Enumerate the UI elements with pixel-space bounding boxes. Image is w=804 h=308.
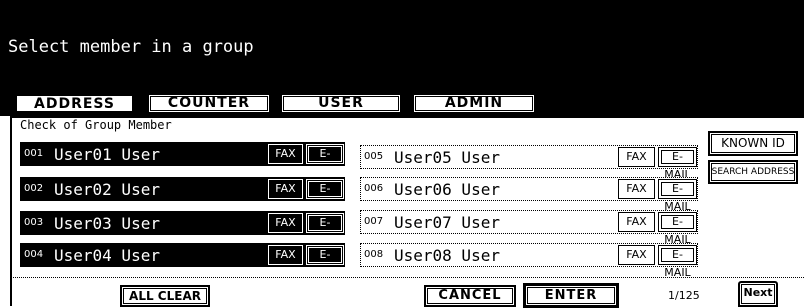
member-number: 002 <box>24 183 44 194</box>
tab-user[interactable]: USER <box>280 93 402 114</box>
email-toggle[interactable]: E-MAIL <box>306 245 344 279</box>
email-toggle[interactable]: E-MAIL <box>658 147 697 181</box>
tab-counter[interactable]: COUNTER <box>147 93 271 114</box>
email-toggle[interactable]: E-MAIL <box>306 179 344 213</box>
member-number: 008 <box>364 249 384 260</box>
tab-address-label: ADDRESS <box>34 96 115 112</box>
tab-admin-label: ADMIN <box>444 95 504 111</box>
member-row[interactable]: 003 User03 User FAX E-MAIL <box>20 211 345 247</box>
screen-title: Select member in a group <box>8 37 254 57</box>
member-number: 006 <box>364 183 384 194</box>
fax-toggle[interactable]: FAX <box>618 212 655 232</box>
member-name: User07 User <box>394 213 500 232</box>
known-id-button[interactable]: KNOWN ID <box>708 131 798 156</box>
member-number: 004 <box>24 249 44 260</box>
member-row[interactable]: 001 User01 User FAX E-MAIL <box>20 142 345 178</box>
member-row[interactable]: 008 User08 User FAX E-MAIL <box>360 243 698 279</box>
member-name: User04 User <box>54 246 160 265</box>
tab-user-label: USER <box>318 95 364 111</box>
next-page-button[interactable]: Next <box>738 281 778 307</box>
footer-divider <box>10 277 804 278</box>
fax-toggle[interactable]: FAX <box>268 144 303 164</box>
email-toggle[interactable]: E-MAIL <box>658 212 697 246</box>
section-label: Check of Group Member <box>20 118 172 132</box>
member-name: User05 User <box>394 148 500 167</box>
fax-toggle[interactable]: FAX <box>618 147 655 167</box>
page-indicator: 1/125 <box>668 289 700 302</box>
member-row[interactable]: 002 User02 User FAX E-MAIL <box>20 177 345 213</box>
member-name: User03 User <box>54 214 160 233</box>
email-toggle[interactable]: E-MAIL <box>658 179 697 213</box>
member-name: User06 User <box>394 180 500 199</box>
member-row[interactable]: 007 User07 User FAX E-MAIL <box>360 210 698 246</box>
fax-toggle[interactable]: FAX <box>618 245 655 265</box>
member-number: 007 <box>364 216 384 227</box>
enter-button[interactable]: ENTER <box>523 283 619 308</box>
fax-toggle[interactable]: FAX <box>268 213 303 233</box>
tab-admin[interactable]: ADMIN <box>412 93 536 114</box>
cancel-button[interactable]: CANCEL <box>424 285 516 307</box>
email-toggle[interactable]: E-MAIL <box>658 245 697 279</box>
member-number: 005 <box>364 151 384 162</box>
fax-toggle[interactable]: FAX <box>268 245 303 265</box>
email-toggle[interactable]: E-MAIL <box>306 213 344 247</box>
member-row[interactable]: 004 User04 User FAX E-MAIL <box>20 243 345 279</box>
fax-toggle[interactable]: FAX <box>268 179 303 199</box>
member-row[interactable]: 005 User05 User FAX E-MAIL <box>360 145 698 181</box>
member-row[interactable]: 006 User06 User FAX E-MAIL <box>360 177 698 213</box>
tab-counter-label: COUNTER <box>167 95 251 111</box>
member-name: User08 User <box>394 246 500 265</box>
member-name: User01 User <box>54 145 160 164</box>
member-number: 003 <box>24 217 44 228</box>
header-bar: Select member in a group <box>0 0 804 80</box>
search-address-button[interactable]: SEARCH ADDRESS <box>708 160 798 184</box>
member-number: 001 <box>24 148 44 159</box>
all-clear-button[interactable]: ALL CLEAR <box>120 285 210 307</box>
email-toggle[interactable]: E-MAIL <box>306 144 344 178</box>
fax-toggle[interactable]: FAX <box>618 179 655 199</box>
tab-address[interactable]: ADDRESS <box>14 93 135 114</box>
member-name: User02 User <box>54 180 160 199</box>
